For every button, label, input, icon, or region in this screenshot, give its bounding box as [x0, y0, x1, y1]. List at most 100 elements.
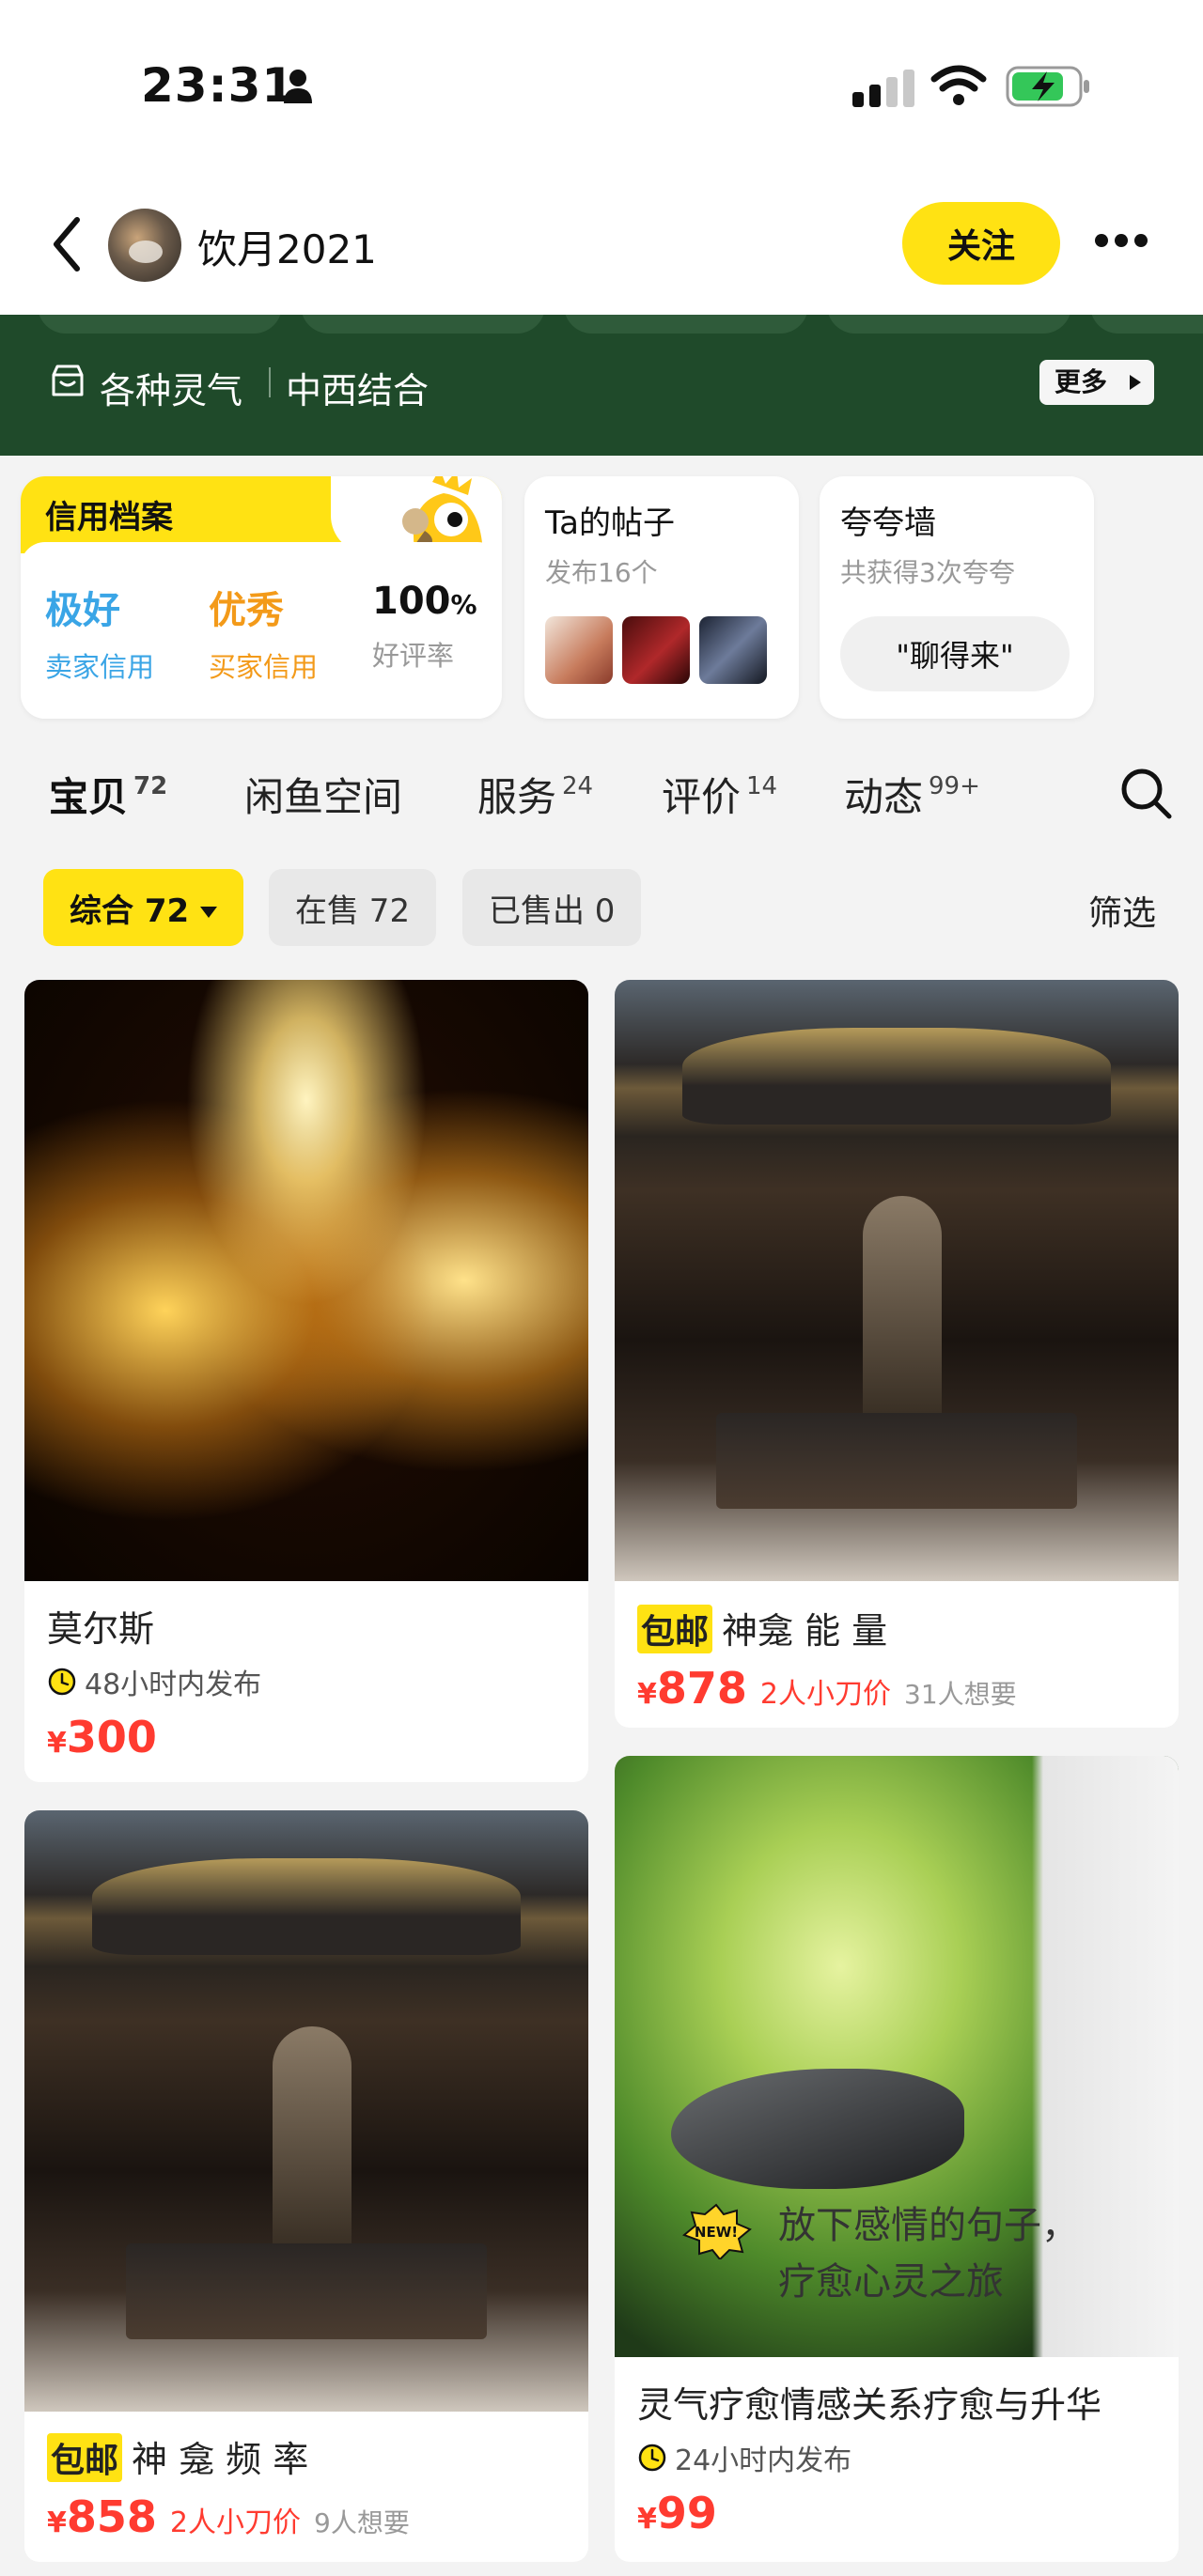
- price-row: ¥ 99: [637, 2488, 1156, 2538]
- chip-label: 综合 72: [70, 892, 190, 930]
- product-price: 300: [66, 1712, 157, 1762]
- product-info: 包邮 神龛 能 量 ¥ 878 2人小刀价 31人想要: [615, 1581, 1179, 1714]
- battery-icon: [1006, 66, 1089, 107]
- tab-label: 动态: [844, 774, 924, 820]
- search-icon[interactable]: [1118, 766, 1175, 822]
- signal-icon: [852, 70, 914, 107]
- rating-unit: %: [450, 589, 477, 620]
- product-meta-text: 24小时内发布: [675, 2444, 852, 2477]
- header: 23:31 饮月2021 关注: [0, 0, 1203, 315]
- posts-title: Ta的帖子: [545, 504, 675, 542]
- posts-count: 发布16个: [545, 557, 658, 588]
- product-title: 神 龛 频 率: [132, 2439, 309, 2480]
- seller-grade: 极好: [45, 589, 120, 632]
- banner-tag: 中西结合: [286, 370, 430, 411]
- post-thumbnail[interactable]: [545, 616, 613, 684]
- praise-tag-button[interactable]: "聊得来": [840, 616, 1070, 691]
- person-icon: [284, 70, 312, 103]
- product-meta: 24小时内发布: [637, 2437, 1156, 2478]
- positive-rating: 100% 好评率: [372, 580, 477, 674]
- praise-title: 夸夸墙: [840, 504, 936, 542]
- tab-count: 72: [133, 772, 168, 800]
- tab-fish-space[interactable]: 闲鱼空间: [244, 766, 402, 823]
- want-count: 31人想要: [904, 1679, 1017, 1710]
- username[interactable]: 饮月2021: [197, 218, 377, 275]
- filter-bar: 综合 72 在售 72 已售出 0 筛选: [0, 869, 1203, 948]
- buyer-credit: 优秀 买家信用: [209, 580, 318, 685]
- tab-bar: 宝贝 72 闲鱼空间 服务 24 评价 14 动态 99+: [0, 766, 1203, 850]
- banner-more-button[interactable]: 更多: [1039, 360, 1154, 405]
- banner-divider: [269, 367, 271, 397]
- product-meta: 48小时内发布: [47, 1661, 566, 1702]
- free-shipping-badge: 包邮: [637, 1605, 713, 1653]
- new-badge-icon: NEW!: [682, 2203, 752, 2259]
- product-title: 莫尔斯: [47, 1608, 155, 1650]
- image-overlay-text: 放下感情的句子， 疗愈心灵之旅: [778, 2204, 1079, 2304]
- banner-tag-strip: [38, 315, 1203, 334]
- product-image: NEW! 放下感情的句子， 疗愈心灵之旅: [615, 1756, 1179, 2357]
- praise-count: 共获得3次夸夸: [840, 557, 1015, 588]
- shop-banner: 各种灵气 中西结合 更多: [0, 315, 1203, 456]
- credit-body: 极好 卖家信用 优秀 买家信用 100% 好评率: [21, 542, 502, 719]
- follow-button[interactable]: 关注: [902, 202, 1060, 285]
- post-thumbnail[interactable]: [622, 616, 690, 684]
- post-thumbnail[interactable]: [699, 616, 767, 684]
- tab-label: 服务: [477, 774, 557, 820]
- price-row: ¥ 300: [47, 1712, 566, 1762]
- rating-label: 好评率: [372, 640, 455, 672]
- tab-label: 评价: [662, 774, 742, 820]
- currency-symbol: ¥: [637, 2503, 657, 2536]
- product-meta-text: 48小时内发布: [85, 1668, 262, 1701]
- product-card[interactable]: NEW! 放下感情的句子， 疗愈心灵之旅 灵气疗愈情感关系疗愈与升华 24小时内发…: [615, 1756, 1179, 2562]
- back-icon[interactable]: [49, 214, 86, 274]
- avatar[interactable]: [108, 209, 181, 282]
- product-price: 858: [66, 2491, 157, 2542]
- tab-activity[interactable]: 动态 99+: [844, 766, 980, 823]
- bargain-price-label: 2人小刀价: [759, 1678, 891, 1711]
- shop-icon: [52, 365, 84, 396]
- product-info: 灵气疗愈情感关系疗愈与升华 24小时内发布 ¥ 99: [615, 2357, 1179, 2538]
- product-card[interactable]: 莫尔斯 48小时内发布 ¥ 300: [24, 980, 588, 1782]
- chevron-down-icon: [200, 906, 218, 918]
- product-image: [24, 1810, 588, 2412]
- currency-symbol: ¥: [637, 1678, 657, 1711]
- seller-label: 卖家信用: [45, 651, 155, 683]
- seller-credit: 极好 卖家信用: [45, 580, 154, 685]
- nav-bar: 饮月2021 关注: [0, 197, 1203, 301]
- more-icon[interactable]: [1095, 233, 1155, 252]
- product-title: 神龛 能 量: [722, 1610, 888, 1652]
- tab-items[interactable]: 宝贝 72: [49, 766, 167, 823]
- price-row: ¥ 858 2人小刀价 9人想要: [47, 2491, 566, 2542]
- want-count: 9人想要: [314, 2507, 410, 2538]
- free-shipping-badge: 包邮: [47, 2433, 123, 2482]
- product-info: 包邮神 龛 频 率 ¥ 858 2人小刀价 9人想要: [24, 2412, 588, 2542]
- currency-symbol: ¥: [47, 2506, 67, 2539]
- currency-symbol: ¥: [47, 1727, 67, 1760]
- product-card[interactable]: 包邮神 龛 频 率 ¥ 858 2人小刀价 9人想要: [24, 1810, 588, 2562]
- wifi-icon: [930, 65, 987, 105]
- tab-reviews[interactable]: 评价 14: [662, 766, 777, 823]
- sold-chip[interactable]: 已售出 0: [462, 869, 642, 946]
- praise-card[interactable]: 夸夸墙 共获得3次夸夸 "聊得来": [820, 476, 1094, 719]
- on-sale-chip[interactable]: 在售 72: [269, 869, 437, 946]
- buyer-label: 买家信用: [209, 651, 319, 683]
- product-image: [615, 980, 1179, 1581]
- clock-icon: [48, 1668, 76, 1696]
- product-price: 878: [656, 1663, 747, 1714]
- post-thumbnails: [545, 616, 778, 684]
- price-row: ¥ 878 2人小刀价 31人想要: [637, 1663, 1156, 1714]
- tab-label: 闲鱼空间: [244, 774, 403, 820]
- sort-chip[interactable]: 综合 72: [43, 869, 244, 946]
- product-title: 灵气疗愈情感关系疗愈与升华: [637, 2384, 1102, 2426]
- credit-card[interactable]: 信用档案 极好 卖家信用 优秀 买家信用 100% 好评率: [21, 476, 502, 719]
- filter-button[interactable]: 筛选: [1088, 886, 1156, 935]
- tab-services[interactable]: 服务 24: [477, 766, 593, 823]
- product-card[interactable]: 包邮 神龛 能 量 ¥ 878 2人小刀价 31人想要: [615, 980, 1179, 1728]
- bargain-price-label: 2人小刀价: [169, 2506, 301, 2539]
- tab-count: 24: [562, 772, 594, 800]
- tab-label: 宝贝: [49, 774, 129, 820]
- buyer-grade: 优秀: [209, 589, 284, 632]
- clock-icon: [638, 2444, 666, 2472]
- posts-card[interactable]: Ta的帖子 发布16个: [524, 476, 799, 719]
- rating-value: 100: [372, 580, 451, 623]
